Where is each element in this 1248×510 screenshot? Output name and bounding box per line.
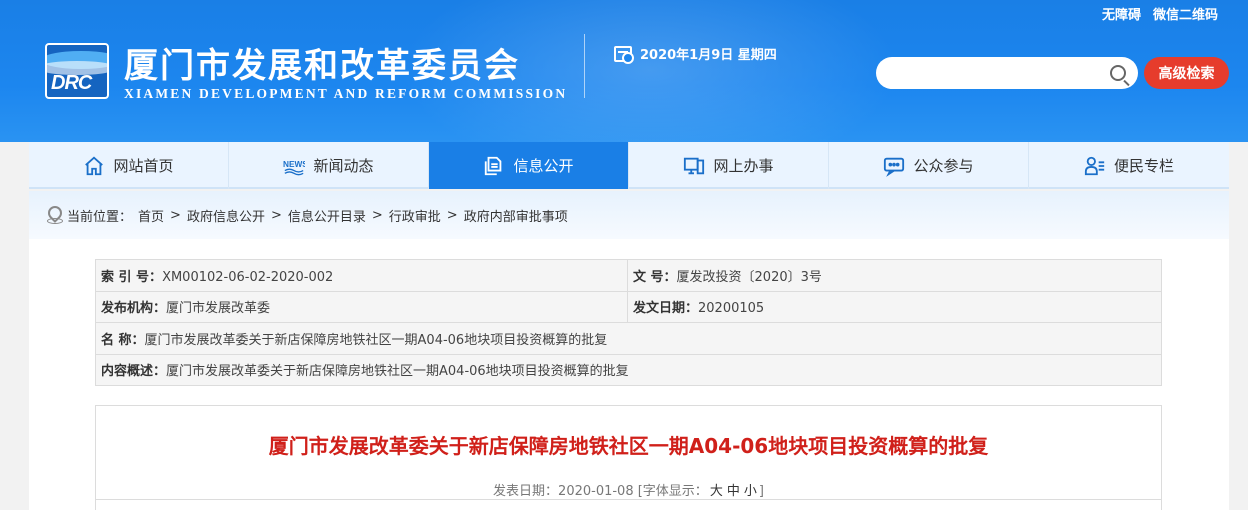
search-box: [876, 57, 1138, 89]
index-label: 索 引 号：: [101, 269, 163, 285]
online-service-icon: [684, 157, 705, 174]
document-meta-table: 索 引 号：XM00102-06-02-2020-002 文 号：厦发改投资〔2…: [95, 259, 1162, 386]
breadcrumb-home[interactable]: 首页: [138, 206, 164, 225]
article-divider: [96, 499, 1161, 500]
wechat-qrcode-link[interactable]: 微信二维码: [1153, 4, 1218, 23]
breadcrumb-separator: >: [270, 207, 282, 223]
index-value: XM00102-06-02-2020-002: [162, 269, 334, 285]
date-display: 2020年1月9日 星期四: [614, 44, 777, 64]
breadcrumb-prefix: 当前位置：: [67, 209, 133, 225]
nav-label: 网站首页: [113, 157, 174, 175]
table-row: 名 称：厦门市发展改革委关于新店保障房地铁社区一期A04-06地块项目投资概算的…: [95, 322, 1162, 355]
breadcrumb: 当前位置： 首页 > 政府信息公开 > 信息公开目录 > 行政审批 > 政府内部…: [29, 191, 1229, 239]
article-title: 厦门市发展改革委关于新店保障房地铁社区一期A04-06地块项目投资概算的批复: [268, 434, 989, 458]
document-icon: [485, 156, 502, 175]
nav-item-home[interactable]: 网站首页: [29, 142, 229, 189]
meta-cell: 索 引 号：XM00102-06-02-2020-002: [95, 259, 628, 292]
home-icon: [85, 156, 104, 175]
doc-no-value: 厦发改投资〔2020〕3号: [676, 269, 822, 285]
publish-suffix: ]: [758, 484, 764, 499]
breadcrumb-separator: >: [371, 207, 383, 223]
main-nav: 网站首页 NEWS 新闻动态 信息公开 网上办事 公众参与 便民专栏: [29, 142, 1229, 189]
top-links: 无障碍 微信二维码: [1102, 4, 1218, 23]
name-label: 名 称：: [101, 332, 145, 348]
breadcrumb-separator: >: [446, 207, 458, 223]
meta-cell: 名 称：厦门市发展改革委关于新店保障房地铁社区一期A04-06地块项目投资概算的…: [95, 322, 1162, 355]
breadcrumb-admin-approval[interactable]: 行政审批: [389, 206, 441, 225]
header-divider: [584, 34, 585, 98]
drc-logo[interactable]: DRC: [45, 43, 109, 99]
article-panel: 厦门市发展改革委关于新店保障房地铁社区一期A04-06地块项目投资概算的批复 发…: [95, 405, 1162, 510]
site-subtitle: XIAMEN DEVELOPMENT AND REFORM COMMISSION: [124, 86, 568, 101]
user-list-icon: [1084, 156, 1105, 175]
search-icon[interactable]: [1110, 65, 1126, 81]
logo-text: DRC: [51, 72, 92, 94]
table-row: 索 引 号：XM00102-06-02-2020-002 文 号：厦发改投资〔2…: [95, 259, 1162, 292]
publish-date-text: 发表日期：2020-01-08 [字体显示：: [493, 484, 708, 499]
calendar-clock-icon: [614, 45, 634, 64]
meta-cell: 发布机构：厦门市发展改革委: [95, 290, 628, 323]
font-size-medium-button[interactable]: 中: [727, 484, 740, 499]
breadcrumb-separator: >: [170, 207, 181, 223]
nav-item-info-disclosure[interactable]: 信息公开: [429, 142, 629, 189]
main-content: 索 引 号：XM00102-06-02-2020-002 文 号：厦发改投资〔2…: [29, 239, 1229, 510]
breadcrumb-catalog[interactable]: 信息公开目录: [288, 206, 366, 225]
nav-label: 公众参与: [913, 157, 974, 175]
meta-cell: 内容概述：厦门市发展改革委关于新店保障房地铁社区一期A04-06地块项目投资概算…: [95, 353, 1162, 386]
nav-label: 信息公开: [513, 157, 574, 175]
site-title: 厦门市发展和改革委员会: [124, 46, 520, 86]
nav-item-online-service[interactable]: 网上办事: [629, 142, 829, 189]
font-size-large-button[interactable]: 大: [710, 484, 723, 499]
summary-label: 内容概述：: [101, 364, 167, 380]
nav-label: 新闻动态: [313, 157, 374, 175]
issue-date-label: 发文日期：: [633, 301, 699, 317]
nav-label: 便民专栏: [1113, 157, 1174, 175]
meta-cell: 发文日期：20200105: [627, 290, 1162, 323]
site-header: 无障碍 微信二维码 DRC 厦门市发展和改革委员会 XIAMEN DEVELOP…: [0, 0, 1248, 142]
breadcrumb-gov-info[interactable]: 政府信息公开: [187, 206, 265, 225]
advanced-search-button[interactable]: 高级检索: [1144, 57, 1229, 89]
summary-value: 厦门市发展改革委关于新店保障房地铁社区一期A04-06地块项目投资概算的批复: [166, 364, 629, 380]
publisher-label: 发布机构：: [101, 301, 167, 317]
doc-no-label: 文 号：: [633, 269, 677, 285]
chat-icon: [884, 157, 905, 177]
issue-date-value: 20200105: [698, 301, 765, 317]
table-row: 内容概述：厦门市发展改革委关于新店保障房地铁社区一期A04-06地块项目投资概算…: [95, 353, 1162, 386]
nav-item-convenience[interactable]: 便民专栏: [1029, 142, 1229, 189]
nav-item-news[interactable]: NEWS 新闻动态: [229, 142, 429, 189]
publisher-value: 厦门市发展改革委: [166, 301, 271, 317]
table-row: 发布机构：厦门市发展改革委 发文日期：20200105: [95, 290, 1162, 323]
news-icon: NEWS: [283, 159, 305, 175]
current-date: 2020年1月9日 星期四: [640, 48, 777, 63]
svg-text:NEWS: NEWS: [283, 159, 305, 168]
name-value: 厦门市发展改革委关于新店保障房地铁社区一期A04-06地块项目投资概算的批复: [144, 332, 608, 348]
search-input[interactable]: [888, 65, 1110, 81]
meta-cell: 文 号：厦发改投资〔2020〕3号: [627, 259, 1162, 292]
article-meta: 发表日期：2020-01-08 [字体显示：大中小]: [96, 480, 1161, 499]
accessibility-link[interactable]: 无障碍: [1102, 4, 1141, 23]
nav-item-public-participation[interactable]: 公众参与: [829, 142, 1029, 189]
location-pin-icon: [47, 206, 63, 224]
font-size-small-button[interactable]: 小: [744, 484, 757, 499]
nav-label: 网上办事: [713, 157, 774, 175]
breadcrumb-internal-approval[interactable]: 政府内部审批事项: [464, 206, 568, 225]
